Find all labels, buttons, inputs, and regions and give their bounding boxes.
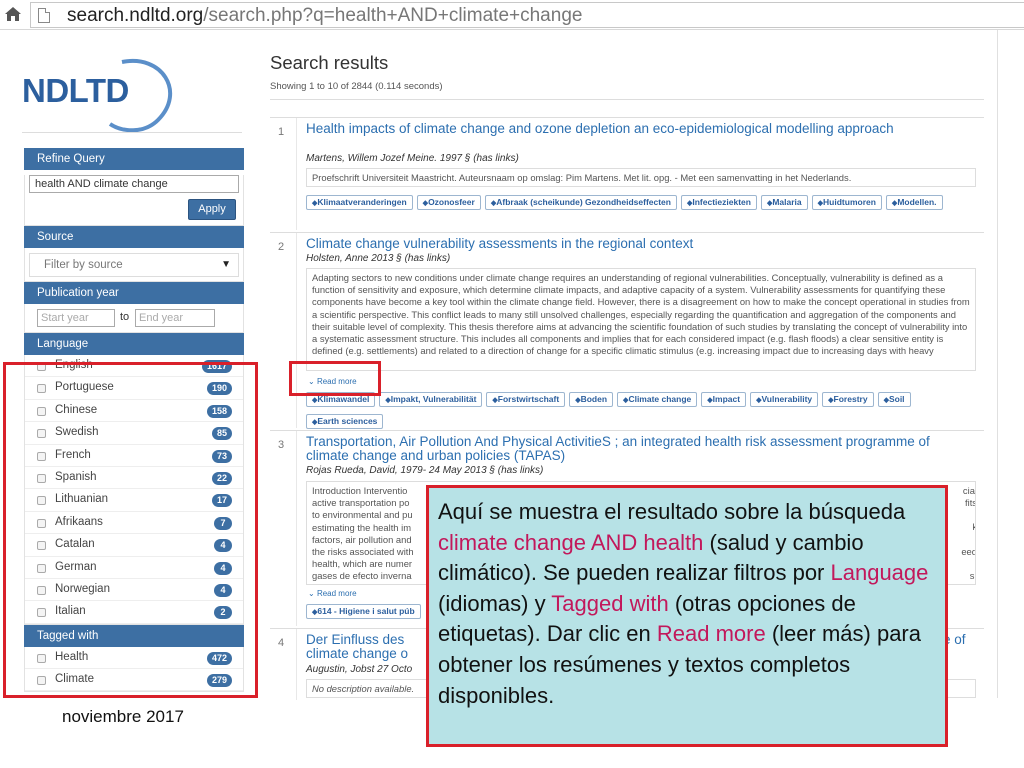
result-number: 4	[278, 637, 285, 649]
callout-text: (idiomas) y	[438, 590, 552, 616]
results-column: Search results Showing 1 to 10 of 2844 (…	[270, 52, 984, 700]
address-bar: search.ndltd.org/search.php?q=health+AND…	[0, 0, 1024, 30]
language-highlight-frame	[3, 362, 258, 698]
result-title-link[interactable]: Transportation, Air Pollution And Physic…	[306, 435, 976, 463]
abstract-fragment: cial	[962, 485, 976, 496]
result-author: Augustin, Jobst 27 Octo	[306, 664, 413, 675]
url-host: search.ndltd.org	[67, 5, 204, 26]
subject-tag[interactable]: Earth sciences	[306, 414, 384, 429]
subject-tag[interactable]: Impakt, Vulnerabilität	[379, 392, 483, 407]
end-year-input[interactable]: End year	[135, 309, 215, 327]
divider	[22, 132, 242, 133]
home-icon[interactable]	[4, 5, 22, 23]
explanation-callout: Aquí se muestra el resultado sobre la bú…	[426, 485, 948, 747]
year-to-label: to	[120, 311, 130, 323]
title-fragment: Der Einfluss des	[306, 632, 405, 647]
abstract-fragment: s. de	[967, 569, 975, 584]
caret-down-icon: ▼	[221, 259, 231, 270]
subject-tag[interactable]: Forestry	[822, 392, 874, 407]
result-item: 2 Climate change vulnerability assessmen…	[270, 232, 984, 429]
result-author: Holsten, Anne 2013 § (has links)	[306, 253, 451, 264]
subject-tag[interactable]: Climate change	[617, 392, 698, 407]
result-title-link[interactable]: Health impacts of climate change and ozo…	[306, 122, 976, 136]
slide: search.ndltd.org/search.php?q=health+AND…	[0, 0, 1024, 768]
ndltd-logo[interactable]: NDLTD	[22, 58, 182, 138]
subject-tag[interactable]: Boden	[569, 392, 614, 407]
url-path: /search.php?q=health+AND+climate+change	[203, 5, 583, 26]
source-header: Source	[24, 226, 244, 248]
callout-text: Aquí se muestra el resultado sobre la bú…	[438, 499, 906, 524]
subject-tag[interactable]: Afbraak (scheikunde) Gezondheidseffecten	[484, 195, 677, 210]
abstract-fragment: k	[957, 521, 975, 533]
subject-tag[interactable]: Malaria	[760, 195, 808, 210]
result-item: 1 Health impacts of climate change and o…	[270, 117, 984, 230]
subject-tag[interactable]: Modellen.	[885, 195, 943, 210]
abstract-fragment	[957, 509, 975, 521]
subject-tag[interactable]: Impact	[701, 392, 747, 407]
divider	[296, 431, 297, 626]
publication-year-panel: Start year to End year	[24, 304, 244, 333]
page-icon	[38, 8, 50, 23]
logo-text: NDLTD	[22, 72, 129, 109]
result-author: Rojas Rueda, David, 1979- 24 May 2013 § …	[306, 465, 544, 476]
refine-query-panel: health AND climate change Apply	[24, 175, 244, 226]
divider	[296, 118, 297, 230]
abstract-fragment	[957, 558, 975, 570]
language-header: Language	[24, 333, 244, 355]
subject-tag[interactable]: Klimaatveranderingen	[306, 195, 413, 210]
start-year-input[interactable]: Start year	[37, 309, 115, 327]
result-number: 1	[278, 126, 285, 138]
chevron-down-icon: ⌄	[308, 589, 317, 598]
divider	[270, 99, 984, 100]
publication-year-header: Publication year	[24, 282, 244, 304]
url-input[interactable]: search.ndltd.org/search.php?q=health+AND…	[30, 2, 1024, 28]
divider	[296, 629, 297, 700]
subject-tag[interactable]: 614 - Higiene i salut púb	[306, 604, 421, 619]
result-title-link[interactable]: Climate change vulnerability assessments…	[306, 237, 976, 251]
divider	[296, 233, 297, 428]
callout-highlight: climate change AND health	[438, 529, 704, 555]
result-number: 2	[278, 241, 285, 253]
result-number: 3	[278, 439, 285, 451]
result-author: Martens, Willem Jozef Meine. 1997 § (has…	[306, 153, 519, 164]
tag-list: KlimawandelImpakt, VulnerabilitätForstwi…	[306, 389, 976, 433]
query-input[interactable]: health AND climate change	[29, 175, 239, 193]
tag-list: KlimaatveranderingenOzonosfeerAfbraak (s…	[306, 192, 976, 214]
results-summary: Showing 1 to 10 of 2844 (0.114 seconds)	[270, 81, 443, 92]
callout-highlight: Read more	[656, 621, 766, 647]
subject-tag[interactable]: Ozonosfeer	[416, 195, 481, 210]
abstract-fragment: eed	[961, 545, 976, 557]
page-title: Search results	[270, 52, 389, 73]
subject-tag[interactable]: Huidtumoren	[811, 195, 882, 210]
read-more-link[interactable]: ⌄ Read more	[308, 589, 357, 598]
refine-query-header: Refine Query	[24, 148, 244, 170]
callout-highlight: Tagged with	[551, 590, 669, 616]
result-abstract: Adapting sectors to new conditions under…	[306, 268, 976, 371]
abstract-fragment	[957, 534, 975, 546]
callout-highlight: Language	[830, 560, 929, 586]
read-more-highlight-frame	[289, 361, 381, 396]
apply-button[interactable]: Apply	[188, 199, 236, 220]
result-abstract: Proefschrift Universiteit Maastricht. Au…	[306, 168, 976, 187]
subject-tag[interactable]: Vulnerability	[750, 392, 819, 407]
subject-tag[interactable]: Soil	[877, 392, 911, 407]
scrollbar-edge	[997, 30, 998, 698]
source-panel: Filter by source ▼	[24, 248, 244, 282]
source-select-value: Filter by source	[44, 259, 123, 271]
source-select[interactable]: Filter by source ▼	[29, 253, 239, 277]
slide-date: noviembre 2017	[62, 707, 184, 726]
abstract-fragment: fits	[965, 497, 976, 509]
subject-tag[interactable]: Forstwirtschaft	[486, 392, 566, 407]
subject-tag[interactable]: Infectieziekten	[680, 195, 757, 210]
